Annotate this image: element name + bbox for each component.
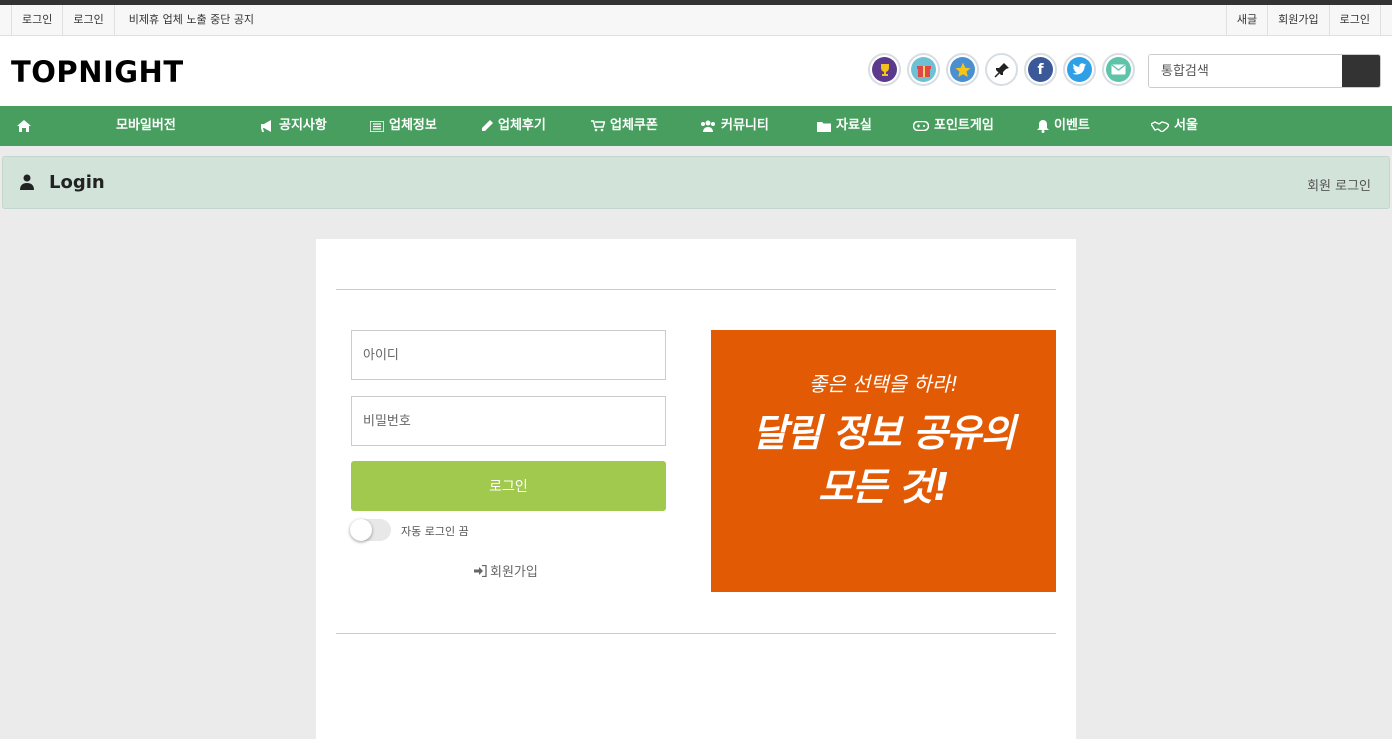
nav-label: 자료실 <box>836 118 872 133</box>
signup-link[interactable]: 회원가입 <box>474 561 538 580</box>
search-box <box>1148 54 1381 88</box>
auto-login-label: 자동 로그인 끔 <box>401 525 469 538</box>
nav-label: 업체후기 <box>498 118 546 133</box>
bell-icon <box>1037 119 1049 133</box>
gift-icon[interactable] <box>907 53 940 86</box>
gamepad-icon <box>913 121 929 131</box>
sign-in-icon <box>474 564 487 577</box>
nav-label: 공지사항 <box>279 118 327 133</box>
search-input[interactable] <box>1149 55 1344 87</box>
page-title-bar: Login 회원 로그인 <box>2 156 1390 209</box>
nav-community[interactable]: 커뮤니티 <box>700 106 769 146</box>
list-icon <box>370 120 384 132</box>
util-login-link[interactable]: 로그인 <box>11 5 62 35</box>
nav-label: 커뮤니티 <box>721 118 769 133</box>
nav-notices[interactable]: 공지사항 <box>260 106 327 146</box>
username-field[interactable] <box>351 330 666 380</box>
login-button[interactable]: 로그인 <box>351 461 666 511</box>
nav-label: 업체정보 <box>389 118 437 133</box>
breadcrumb: 회원 로그인 <box>1307 179 1371 194</box>
nav-mobile-version[interactable]: 모바일버전 <box>116 106 176 146</box>
toggle-knob <box>350 519 372 541</box>
users-icon <box>701 120 715 132</box>
nav-venue-info[interactable]: 업체정보 <box>370 106 437 146</box>
pencil-icon <box>482 120 493 131</box>
signup-link-label: 회원가입 <box>490 565 538 580</box>
banner-headline-line2: 모든 것! <box>818 465 949 509</box>
handshake-icon <box>1151 120 1169 132</box>
nav-label: 모바일버전 <box>116 118 176 133</box>
password-field[interactable] <box>351 396 666 446</box>
nav-point-game[interactable]: 포인트게임 <box>913 106 994 146</box>
utility-right: 새글 회원가입 로그인 <box>1225 5 1381 35</box>
nav-reviews[interactable]: 업체후기 <box>481 106 546 146</box>
site-logo[interactable]: TOPNIGHT <box>11 55 184 89</box>
utility-bar: 로그인 로그인 비제휴 업체 노출 중단 공지 새글 회원가입 로그인 <box>0 5 1392 36</box>
auto-login-toggle[interactable] <box>350 519 391 541</box>
login-panel: 로그인 자동 로그인 끔 회원가입 좋은 선택을 하라! 달림 정보 공유의 모… <box>316 239 1076 739</box>
bullhorn-icon <box>261 120 271 132</box>
page-title: Login <box>49 172 105 193</box>
banner-headline: 달림 정보 공유의 모든 것! <box>711 406 1056 514</box>
nav-seoul[interactable]: 서울 <box>1151 106 1198 146</box>
main-nav: 모바일버전 공지사항 업체정보 업체후기 업체쿠폰 커뮤니티 자료실 포인트게임… <box>0 106 1392 146</box>
divider-top <box>336 289 1056 290</box>
trophy-icon[interactable] <box>868 53 901 86</box>
nav-archive[interactable]: 자료실 <box>817 106 872 146</box>
twitter-icon[interactable] <box>1063 53 1096 86</box>
util-new-posts-link[interactable]: 새글 <box>1225 5 1267 35</box>
nav-label: 서울 <box>1174 118 1198 133</box>
promo-banner[interactable]: 좋은 선택을 하라! 달림 정보 공유의 모든 것! <box>711 330 1056 592</box>
mail-icon[interactable] <box>1102 53 1135 86</box>
banner-subtitle: 좋은 선택을 하라! <box>808 372 959 396</box>
nav-label: 포인트게임 <box>934 118 994 133</box>
pin-icon[interactable] <box>985 53 1018 86</box>
util-signup-link[interactable]: 회원가입 <box>1267 5 1328 35</box>
nav-coupons[interactable]: 업체쿠폰 <box>591 106 658 146</box>
nav-label: 이벤트 <box>1054 118 1090 133</box>
user-icon <box>20 174 34 190</box>
home-icon <box>17 120 31 132</box>
util-login-link-right[interactable]: 로그인 <box>1328 5 1381 35</box>
util-notice-link[interactable]: 비제휴 업체 노출 중단 공지 <box>113 5 264 35</box>
nav-events[interactable]: 이벤트 <box>1037 106 1090 146</box>
divider-bottom <box>336 633 1056 634</box>
header-icon-row: f <box>868 53 1135 86</box>
folder-icon <box>817 121 831 132</box>
cart-icon <box>591 120 605 132</box>
banner-headline-line1: 달림 정보 공유의 <box>752 411 1015 455</box>
search-button[interactable] <box>1342 55 1380 87</box>
facebook-icon[interactable]: f <box>1024 53 1057 86</box>
nav-label: 업체쿠폰 <box>610 118 658 133</box>
nav-home[interactable] <box>17 106 31 146</box>
star-icon[interactable] <box>946 53 979 86</box>
utility-left: 로그인 로그인 비제휴 업체 노출 중단 공지 <box>11 5 264 35</box>
header: TOPNIGHT f <box>0 36 1392 106</box>
util-login-link-2[interactable]: 로그인 <box>62 5 113 35</box>
